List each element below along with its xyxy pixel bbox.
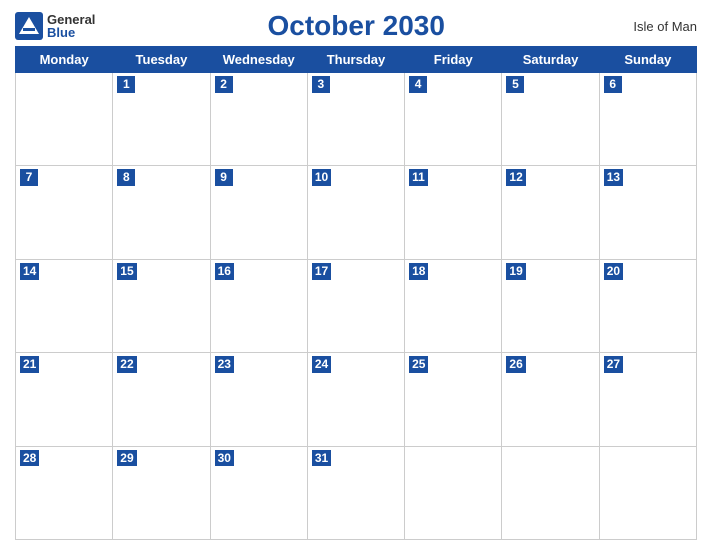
day-cell: 12 <box>502 166 599 259</box>
week-row-2: 7 8 9 10 11 12 13 <box>16 166 697 259</box>
day-number: 11 <box>409 169 428 186</box>
day-number: 24 <box>312 356 331 373</box>
day-cell: 8 <box>113 166 210 259</box>
weekday-tuesday: Tuesday <box>113 47 210 73</box>
calendar-title: October 2030 <box>95 10 617 42</box>
day-cell: 16 <box>210 259 307 352</box>
day-number: 15 <box>117 263 136 280</box>
day-number: 16 <box>215 263 234 280</box>
weekday-header-row: MondayTuesdayWednesdayThursdayFridaySatu… <box>16 47 697 73</box>
day-number: 21 <box>20 356 39 373</box>
logo-text: General Blue <box>47 13 95 39</box>
day-cell <box>599 446 696 539</box>
day-cell: 24 <box>307 353 404 446</box>
day-number: 13 <box>604 169 623 186</box>
day-number: 29 <box>117 450 136 467</box>
day-cell: 14 <box>16 259 113 352</box>
day-cell: 1 <box>113 73 210 166</box>
day-cell: 17 <box>307 259 404 352</box>
logo: General Blue <box>15 12 95 40</box>
weekday-monday: Monday <box>16 47 113 73</box>
day-cell: 7 <box>16 166 113 259</box>
day-number: 17 <box>312 263 331 280</box>
day-number: 19 <box>506 263 525 280</box>
weekday-wednesday: Wednesday <box>210 47 307 73</box>
day-cell: 11 <box>405 166 502 259</box>
week-row-3: 14 15 16 17 18 19 20 <box>16 259 697 352</box>
top-bar: General Blue October 2030 Isle of Man <box>15 10 697 42</box>
day-number: 9 <box>215 169 233 186</box>
calendar-body: 1234567891011121314151617181920212223242… <box>16 73 697 540</box>
day-cell: 13 <box>599 166 696 259</box>
day-cell: 18 <box>405 259 502 352</box>
day-number: 4 <box>409 76 427 93</box>
day-number: 26 <box>506 356 525 373</box>
day-cell: 5 <box>502 73 599 166</box>
day-cell: 20 <box>599 259 696 352</box>
day-cell: 25 <box>405 353 502 446</box>
day-cell: 28 <box>16 446 113 539</box>
logo-icon <box>15 12 43 40</box>
day-number: 10 <box>312 169 331 186</box>
day-number: 6 <box>604 76 622 93</box>
day-number: 28 <box>20 450 39 467</box>
day-cell: 31 <box>307 446 404 539</box>
logo-blue-text: Blue <box>47 26 95 39</box>
day-cell: 23 <box>210 353 307 446</box>
day-number: 23 <box>215 356 234 373</box>
weekday-thursday: Thursday <box>307 47 404 73</box>
calendar-header: MondayTuesdayWednesdayThursdayFridaySatu… <box>16 47 697 73</box>
day-cell: 9 <box>210 166 307 259</box>
day-number: 5 <box>506 76 524 93</box>
day-cell: 15 <box>113 259 210 352</box>
day-number: 31 <box>312 450 331 467</box>
day-cell <box>405 446 502 539</box>
day-cell: 3 <box>307 73 404 166</box>
day-cell: 4 <box>405 73 502 166</box>
weekday-friday: Friday <box>405 47 502 73</box>
day-cell: 6 <box>599 73 696 166</box>
day-number: 3 <box>312 76 330 93</box>
day-number: 12 <box>506 169 525 186</box>
day-cell <box>16 73 113 166</box>
day-cell: 27 <box>599 353 696 446</box>
week-row-4: 21 22 23 24 25 26 27 <box>16 353 697 446</box>
day-cell: 29 <box>113 446 210 539</box>
day-number: 1 <box>117 76 135 93</box>
day-cell: 19 <box>502 259 599 352</box>
weekday-saturday: Saturday <box>502 47 599 73</box>
region-label: Isle of Man <box>617 19 697 34</box>
day-number: 8 <box>117 169 135 186</box>
day-cell: 21 <box>16 353 113 446</box>
day-number: 30 <box>215 450 234 467</box>
day-cell <box>502 446 599 539</box>
day-number: 22 <box>117 356 136 373</box>
day-number: 18 <box>409 263 428 280</box>
day-number: 14 <box>20 263 39 280</box>
week-row-5: 28 29 30 31 <box>16 446 697 539</box>
day-number: 20 <box>604 263 623 280</box>
calendar-table: MondayTuesdayWednesdayThursdayFridaySatu… <box>15 46 697 540</box>
day-number: 25 <box>409 356 428 373</box>
day-number: 2 <box>215 76 233 93</box>
day-cell: 22 <box>113 353 210 446</box>
day-cell: 10 <box>307 166 404 259</box>
day-number: 27 <box>604 356 623 373</box>
day-cell: 26 <box>502 353 599 446</box>
week-row-1: 1 2 3 4 5 6 <box>16 73 697 166</box>
day-number: 7 <box>20 169 38 186</box>
weekday-sunday: Sunday <box>599 47 696 73</box>
day-cell: 2 <box>210 73 307 166</box>
day-cell: 30 <box>210 446 307 539</box>
